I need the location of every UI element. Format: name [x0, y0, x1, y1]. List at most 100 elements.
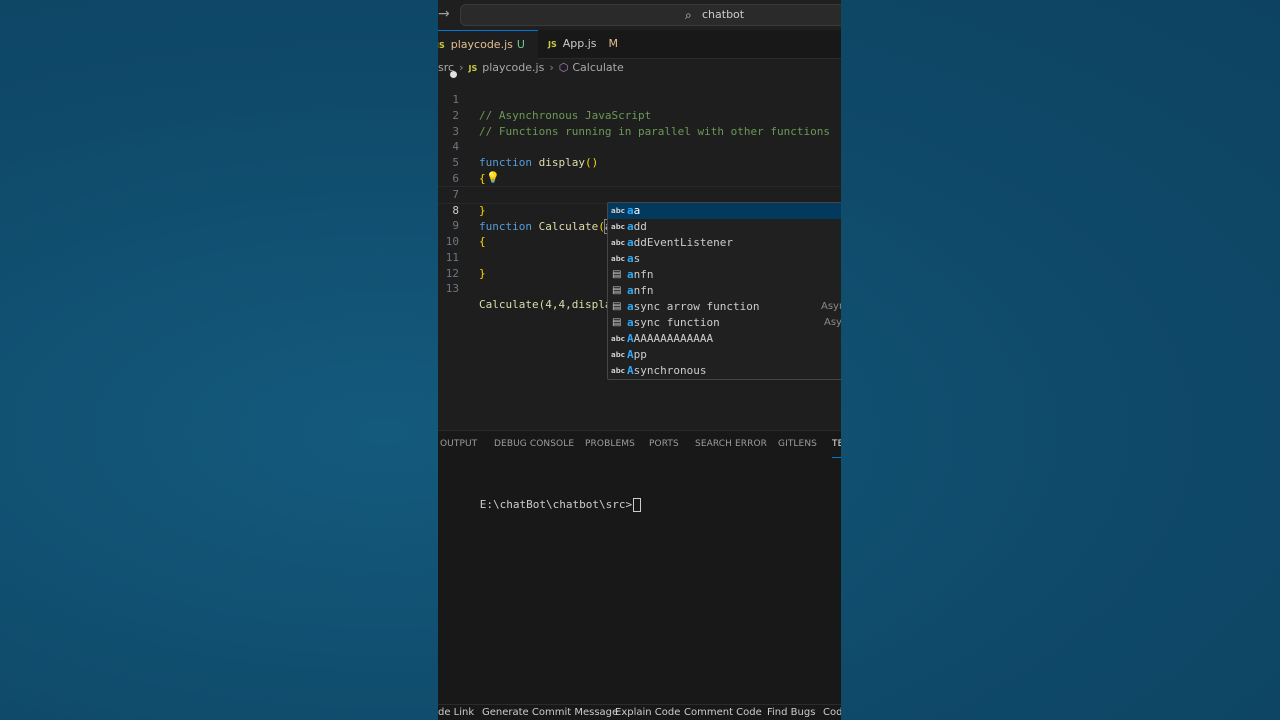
code-line: 7 } 💡 — [438, 170, 841, 217]
suggestion-item[interactable]: abc App — [608, 347, 841, 363]
suggestion-item[interactable]: abc as — [608, 251, 841, 267]
code-text: Calculate(4,4,displa — [479, 298, 612, 311]
terminal-prompt: E:\chatBot\chatbot\src> — [479, 498, 633, 511]
breadcrumb-folder[interactable]: src — [438, 61, 454, 74]
tab-output[interactable]: OUTPUT — [440, 431, 477, 457]
status-bar: de Link Generate Commit Message Explain … — [438, 704, 841, 720]
suggestion-item[interactable]: ▤ async function Asy — [608, 315, 841, 331]
tab-app-js[interactable]: JS App.js M — [540, 30, 630, 58]
label-rest: ddEventListener — [633, 236, 733, 249]
label-rest: nfn — [633, 284, 654, 297]
suggestion-detail: Asy — [824, 317, 841, 328]
label-rest: sync function — [633, 316, 720, 329]
match-highlight: a — [627, 268, 634, 281]
match-highlight: a — [627, 316, 634, 329]
suggestion-item[interactable]: abc Asynchronous — [608, 363, 841, 379]
match-highlight: A — [627, 364, 634, 377]
text-word-icon: abc — [611, 207, 625, 215]
status-item-link[interactable]: de Link — [438, 705, 474, 720]
suggestion-label: async function — [627, 315, 720, 331]
terminal-output[interactable]: E:\chatBot\chatbot\src> — [440, 485, 642, 525]
match-highlight: a — [627, 236, 634, 249]
label-rest: dd — [633, 220, 647, 233]
match-highlight: a — [627, 204, 634, 217]
suggestion-item[interactable]: abc add — [608, 219, 841, 235]
suggestion-item[interactable]: ▤ async arrow function Asyn — [608, 299, 841, 315]
text-word-icon: abc — [611, 239, 625, 247]
label-rest: AAAAAAAAAAAA — [633, 332, 714, 345]
status-item-generate-commit[interactable]: Generate Commit Message — [482, 705, 618, 720]
tab-debug-console[interactable]: DEBUG CONSOLE — [494, 431, 574, 457]
code-line: 6 — [438, 155, 841, 185]
text-word-icon: abc — [611, 223, 625, 231]
forward-arrow-icon[interactable]: → — [438, 6, 450, 22]
suggestion-widget: abc aa abc add abc addEventListener abc … — [607, 202, 841, 380]
suggestion-item[interactable]: ▤ anfn — [608, 283, 841, 299]
terminal-cursor — [633, 498, 642, 512]
editor-tabs: JSplaycode.jsU JSApp.jsM — [438, 30, 841, 78]
label-rest: pp — [633, 348, 647, 361]
snippet-icon: ▤ — [612, 269, 622, 280]
lightbulb-icon[interactable]: 💡 — [486, 170, 500, 186]
tab-playcode-js[interactable]: JS playcode.jsU — [438, 30, 538, 78]
suggestion-detail: Asyn — [821, 301, 841, 312]
tab-terminal[interactable]: TE — [832, 431, 841, 458]
search-icon: ⌕ — [685, 8, 692, 22]
code-line: 3 — [438, 108, 841, 138]
breadcrumb-symbol[interactable]: Calculate — [572, 61, 623, 74]
suggestion-label: anfn — [627, 283, 654, 299]
suggestion-item[interactable]: abc addEventListener — [608, 235, 841, 251]
status-item-code[interactable]: Cod — [823, 705, 841, 720]
tab-gitlens[interactable]: GITLENS — [778, 431, 817, 457]
match-highlight: a — [627, 284, 634, 297]
tab-label: App.js — [562, 37, 597, 50]
code-line: 2 // Functions running in parallel with … — [438, 92, 841, 138]
snippet-icon: ▤ — [612, 285, 622, 296]
tab-label: playcode.js — [450, 38, 513, 51]
tab-ports[interactable]: PORTS — [649, 431, 679, 457]
status-item-comment-code[interactable]: Comment Code — [684, 705, 762, 720]
breadcrumb-file[interactable]: playcode.js — [482, 61, 544, 74]
match-highlight: a — [627, 220, 634, 233]
line-number: 13 — [445, 282, 459, 295]
label-rest: sync arrow function — [633, 300, 760, 313]
match-highlight: a — [627, 252, 634, 265]
label-rest: s — [633, 252, 641, 265]
code-line: 1 // Asynchronous JavaScript — [438, 76, 841, 122]
suggestion-label: AAAAAAAAAAAAA — [627, 331, 713, 347]
suggestion-item[interactable]: abc aa — [608, 203, 841, 219]
suggestion-label: aa — [627, 203, 640, 219]
suggestion-label: as — [627, 251, 640, 267]
js-file-icon: JS — [438, 41, 445, 50]
js-file-icon: JS — [548, 40, 557, 49]
chevron-right-icon: › — [549, 61, 554, 74]
command-center-search[interactable]: ⌕ chatbot — [460, 4, 841, 26]
js-file-icon: JS — [468, 64, 478, 73]
match-highlight: a — [627, 300, 634, 313]
untracked-status: U — [516, 38, 525, 51]
text-word-icon: abc — [611, 367, 625, 375]
suggestion-label: addEventListener — [627, 235, 733, 251]
bottom-panel: OUTPUT DEBUG CONSOLE PROBLEMS PORTS SEAR… — [438, 430, 841, 705]
suggestion-label: Asynchronous — [627, 363, 706, 379]
text-word-icon: abc — [611, 335, 625, 343]
suggestion-item[interactable]: ▤ anfn — [608, 267, 841, 283]
title-bar: → ⌕ chatbot — [438, 0, 841, 31]
chevron-right-icon: › — [459, 61, 464, 74]
status-item-find-bugs[interactable]: Find Bugs — [767, 705, 815, 720]
status-item-explain-code[interactable]: Explain Code — [615, 705, 680, 720]
breadcrumb: src › JS playcode.js › ⬡ Calculate — [438, 59, 624, 77]
label-rest: nfn — [633, 268, 654, 281]
label-rest: a — [633, 204, 641, 217]
match-highlight: A — [627, 332, 634, 345]
function-symbol-icon: ⬡ — [558, 61, 569, 74]
command-center-text: chatbot — [702, 8, 745, 21]
suggestion-label: App — [627, 347, 647, 363]
tab-problems[interactable]: PROBLEMS — [585, 431, 635, 457]
suggestion-label: anfn — [627, 267, 654, 283]
label-rest: synchronous — [633, 364, 707, 377]
suggestion-item[interactable]: abc AAAAAAAAAAAAA — [608, 331, 841, 347]
snippet-icon: ▤ — [612, 317, 622, 328]
tab-search-error[interactable]: SEARCH ERROR — [695, 431, 767, 457]
text-word-icon: abc — [611, 351, 625, 359]
